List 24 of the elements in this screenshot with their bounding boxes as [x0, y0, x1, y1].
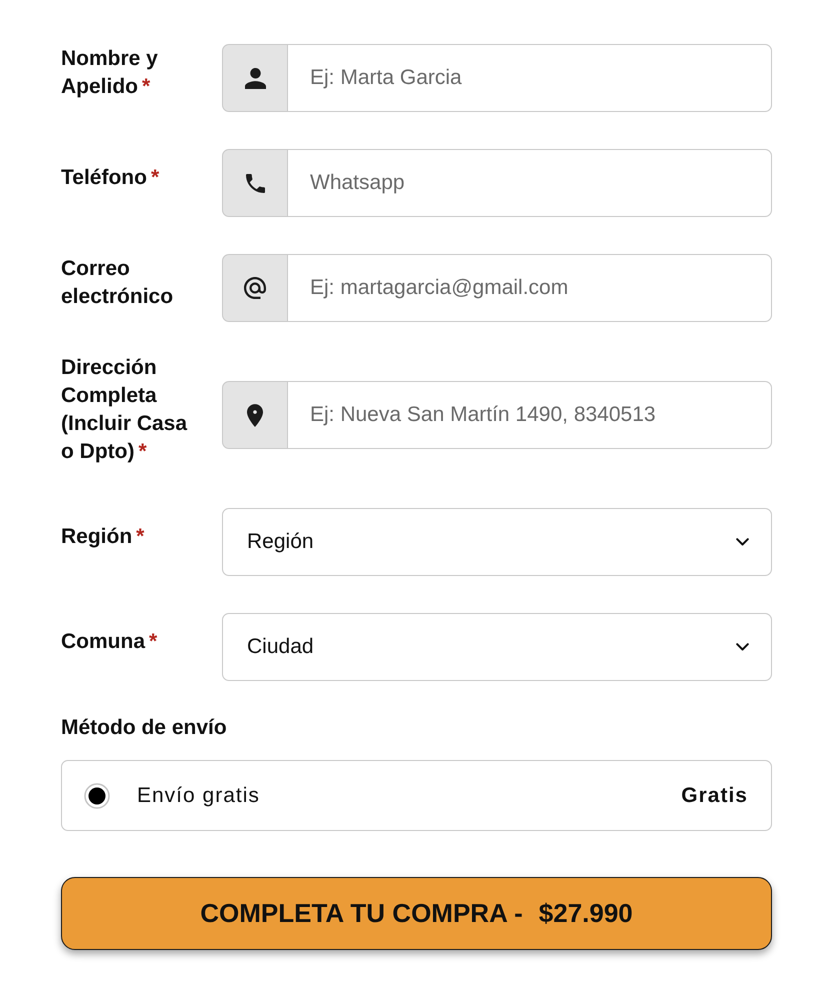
field-label: Dirección Completa (Incluir Casa o Dpto) * — [61, 355, 188, 465]
radio-button[interactable] — [84, 782, 110, 808]
checkout-button[interactable]: COMPLETA TU COMPRA - $27.990 — [61, 877, 772, 950]
field-label: Correo electrónico — [61, 256, 174, 310]
select-dropdown[interactable]: Ciudad — [222, 613, 772, 681]
field-label: Comuna * — [61, 629, 158, 655]
field-label: Teléfono * — [61, 165, 160, 191]
at-sign-icon — [244, 277, 266, 299]
option-price: Gratis — [681, 782, 748, 809]
field-label: Nombre y Apelido * — [61, 46, 159, 100]
map-pin-icon — [247, 404, 263, 426]
chevron-down-icon — [736, 643, 749, 651]
phone-icon — [246, 174, 264, 192]
shipping-option[interactable]: Envío gratis Gratis — [61, 760, 772, 831]
option-label: Envío gratis — [137, 782, 260, 809]
email-input[interactable]: Ej: martagarcia@gmail.com — [287, 254, 772, 322]
person-icon — [244, 68, 266, 88]
phone-input[interactable]: Whatsapp — [287, 149, 772, 217]
address-input[interactable]: Ej: Nueva San Martín 1490, 8340513 — [287, 381, 772, 449]
field-label: Región * — [61, 524, 146, 550]
name-input[interactable]: Ej: Marta Garcia — [287, 44, 772, 112]
section-title: Método de envío — [61, 715, 228, 741]
select-dropdown[interactable]: Región — [222, 508, 772, 576]
chevron-down-icon — [736, 538, 749, 546]
